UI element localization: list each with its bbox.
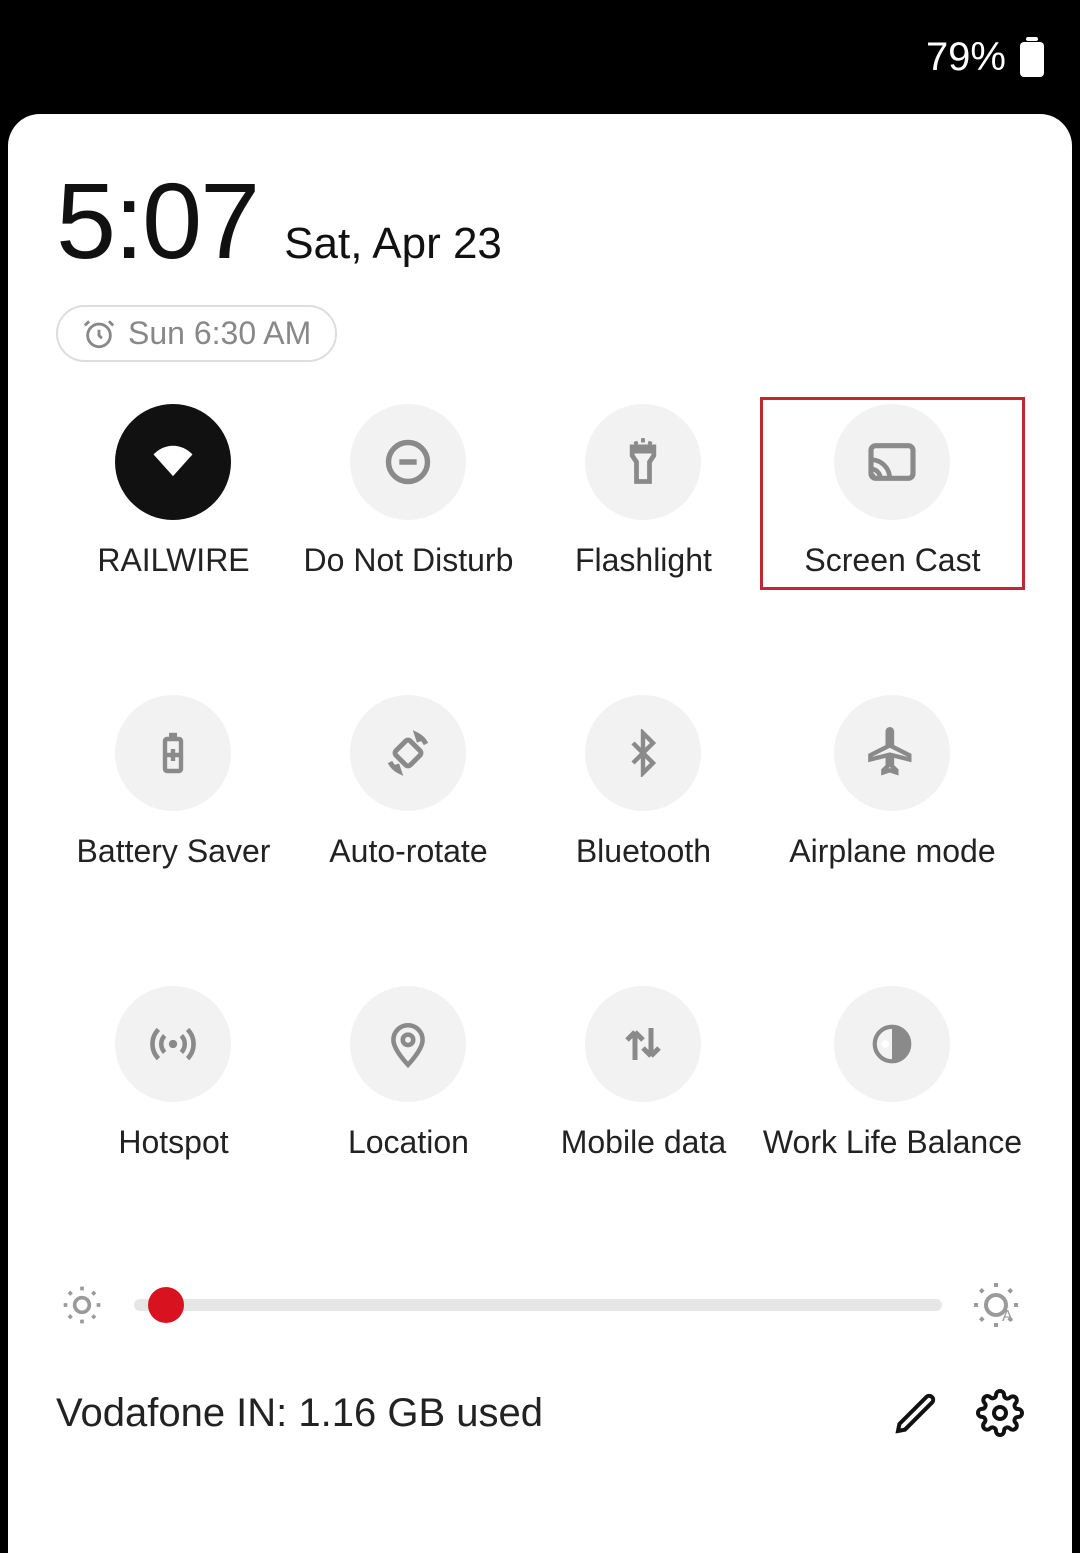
tile-location[interactable]: Location xyxy=(291,980,526,1171)
alarm-chip[interactable]: Sun 6:30 AM xyxy=(56,305,337,362)
tile-hotspot[interactable]: Hotspot xyxy=(56,980,291,1171)
tiles-grid: RAILWIRE Do Not Disturb Flashlight Screen C… xyxy=(56,398,1024,1171)
clock-date[interactable]: Sat, Apr 23 xyxy=(284,219,502,269)
tile-mobiledata[interactable]: Mobile data xyxy=(526,980,761,1171)
brightness-slider[interactable] xyxy=(134,1299,942,1311)
wifi-icon xyxy=(115,404,231,520)
tile-label: Mobile data xyxy=(561,1124,726,1161)
battery-percent: 79% xyxy=(926,35,1006,80)
tile-worklife[interactable]: Work Life Balance xyxy=(761,980,1024,1171)
bluetooth-icon xyxy=(585,695,701,811)
tile-label: Bluetooth xyxy=(576,833,711,870)
tile-label: Auto-rotate xyxy=(329,833,487,870)
alarm-icon xyxy=(82,317,116,351)
tile-bluetooth[interactable]: Bluetooth xyxy=(526,689,761,880)
tile-flashlight[interactable]: Flashlight xyxy=(526,398,761,589)
location-icon xyxy=(350,986,466,1102)
airplane-icon xyxy=(834,695,950,811)
autorotate-icon xyxy=(350,695,466,811)
batterysaver-icon xyxy=(115,695,231,811)
edit-icon[interactable] xyxy=(892,1389,940,1437)
settings-icon[interactable] xyxy=(976,1389,1024,1437)
clock-time[interactable]: 5:07 xyxy=(56,158,258,283)
tile-autorotate[interactable]: Auto-rotate xyxy=(291,689,526,880)
tile-label: RAILWIRE xyxy=(97,542,249,579)
mobiledata-icon xyxy=(585,986,701,1102)
clock-row: 5:07 Sat, Apr 23 xyxy=(56,158,1024,283)
quick-settings-panel: 5:07 Sat, Apr 23 Sun 6:30 AM RAILWIRE Do … xyxy=(8,114,1072,1553)
tile-dnd[interactable]: Do Not Disturb xyxy=(291,398,526,589)
tile-wifi[interactable]: RAILWIRE xyxy=(56,398,291,589)
tile-label: Do Not Disturb xyxy=(304,542,514,579)
flashlight-icon xyxy=(585,404,701,520)
tile-batterysaver[interactable]: Battery Saver xyxy=(56,689,291,880)
status-bar: 79% xyxy=(0,0,1080,114)
brightness-row: A xyxy=(56,1281,1024,1329)
tile-label: Location xyxy=(348,1124,469,1161)
tile-label: Flashlight xyxy=(575,542,712,579)
brightness-thumb[interactable] xyxy=(148,1287,184,1323)
battery-icon xyxy=(1020,37,1044,77)
brightness-low-icon xyxy=(60,1283,104,1327)
svg-text:A: A xyxy=(1002,1308,1013,1325)
carrier-usage-text[interactable]: Vodafone IN: 1.16 GB used xyxy=(56,1391,856,1436)
alarm-text: Sun 6:30 AM xyxy=(128,315,311,352)
tile-label: Airplane mode xyxy=(789,833,995,870)
tile-airplane[interactable]: Airplane mode xyxy=(761,689,1024,880)
screencast-icon xyxy=(834,404,950,520)
tile-label: Screen Cast xyxy=(804,542,980,579)
tile-screencast[interactable]: Screen Cast xyxy=(761,398,1024,589)
footer-row: Vodafone IN: 1.16 GB used xyxy=(56,1389,1024,1437)
brightness-auto-icon[interactable]: A xyxy=(972,1281,1020,1329)
tile-label: Work Life Balance xyxy=(763,1124,1022,1161)
worklife-icon xyxy=(834,986,950,1102)
tile-label: Battery Saver xyxy=(77,833,271,870)
tile-label: Hotspot xyxy=(118,1124,228,1161)
dnd-icon xyxy=(350,404,466,520)
hotspot-icon xyxy=(115,986,231,1102)
